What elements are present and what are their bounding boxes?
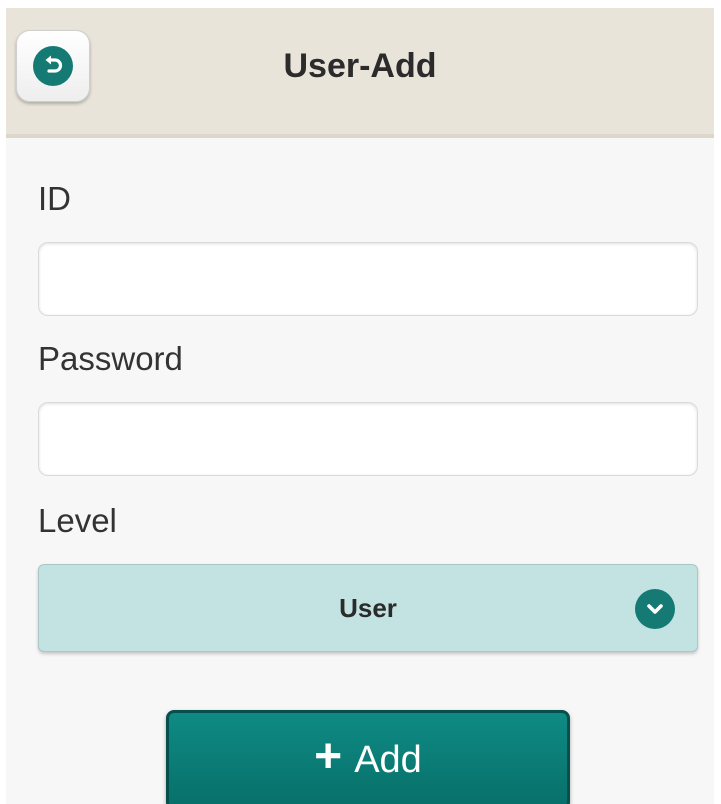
add-button[interactable]: + Add: [166, 710, 570, 804]
password-input[interactable]: [38, 402, 698, 476]
back-button[interactable]: [16, 30, 90, 102]
level-label: Level: [38, 502, 117, 539]
add-button-label: Add: [354, 738, 422, 781]
plus-icon: +: [314, 730, 343, 783]
id-label: ID: [38, 180, 71, 217]
password-label: Password: [38, 340, 183, 377]
user-add-screen: User-Add ID Password Level User + Add: [6, 8, 714, 804]
chevron-down-circle-icon: [635, 589, 675, 629]
page-title: User-Add: [283, 46, 437, 85]
header-bar: User-Add: [6, 8, 714, 138]
level-select[interactable]: User: [38, 564, 698, 652]
level-selected-value: User: [339, 592, 397, 623]
undo-arrow-icon: [33, 46, 73, 86]
id-input[interactable]: [38, 242, 698, 316]
